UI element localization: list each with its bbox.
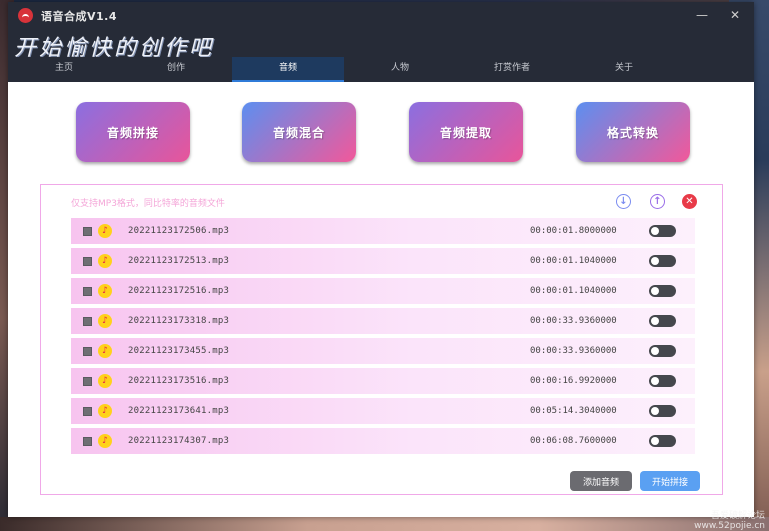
watermark: 吾爱破解论坛 www.52pojie.cn bbox=[694, 511, 765, 531]
audio-extract-button[interactable]: 音频提取 bbox=[409, 102, 523, 162]
file-name: 20221123173641.mp3 bbox=[128, 406, 230, 416]
file-name: 20221123174307.mp3 bbox=[128, 436, 230, 446]
file-duration: 00:00:01.1040000 bbox=[530, 286, 617, 296]
list-item[interactable]: ♪ 20221123173516.mp3 00:00:16.9920000 bbox=[71, 368, 695, 394]
file-duration: 00:00:01.8000000 bbox=[530, 226, 617, 236]
music-note-icon: ♪ bbox=[98, 224, 112, 238]
row-checkbox[interactable] bbox=[83, 346, 92, 356]
file-duration: 00:06:08.7600000 bbox=[530, 436, 617, 446]
play-toggle[interactable] bbox=[649, 405, 676, 417]
row-checkbox[interactable] bbox=[83, 316, 92, 326]
music-note-icon: ♪ bbox=[98, 284, 112, 298]
play-toggle[interactable] bbox=[649, 345, 676, 357]
row-checkbox[interactable] bbox=[83, 406, 92, 416]
file-duration: 00:00:16.9920000 bbox=[530, 376, 617, 386]
tab-bar: 主页 创作 音频 人物 打赏作者 关于 bbox=[8, 57, 754, 82]
delete-icon[interactable]: ✕ bbox=[682, 194, 697, 209]
list-item[interactable]: ♪ 20221123172516.mp3 00:00:01.1040000 bbox=[71, 278, 695, 304]
music-note-icon: ♪ bbox=[98, 254, 112, 268]
close-window-button[interactable]: ✕ bbox=[730, 8, 740, 22]
minimize-button[interactable]: — bbox=[696, 8, 708, 22]
title-bar: 语音合成V1.4 — ✕ bbox=[8, 2, 754, 29]
upload-icon[interactable]: ↑ bbox=[650, 194, 665, 209]
file-duration: 00:05:14.3040000 bbox=[530, 406, 617, 416]
file-name: 20221123173455.mp3 bbox=[128, 346, 230, 356]
play-toggle[interactable] bbox=[649, 225, 676, 237]
list-item[interactable]: ♪ 20221123174307.mp3 00:06:08.7600000 bbox=[71, 428, 695, 454]
list-item[interactable]: ♪ 20221123173318.mp3 00:00:33.9360000 bbox=[71, 308, 695, 334]
row-checkbox[interactable] bbox=[83, 376, 92, 386]
tab-create[interactable]: 创作 bbox=[120, 57, 232, 82]
play-toggle[interactable] bbox=[649, 285, 676, 297]
download-icon[interactable]: ↓ bbox=[616, 194, 631, 209]
play-toggle[interactable] bbox=[649, 435, 676, 447]
file-name: 20221123172516.mp3 bbox=[128, 286, 230, 296]
tab-donate[interactable]: 打赏作者 bbox=[456, 57, 568, 82]
row-checkbox[interactable] bbox=[83, 286, 92, 296]
list-item[interactable]: ♪ 20221123172506.mp3 00:00:01.8000000 bbox=[71, 218, 695, 244]
list-item[interactable]: ♪ 20221123172513.mp3 00:00:01.1040000 bbox=[71, 248, 695, 274]
desktop-background-bottom bbox=[0, 517, 769, 531]
music-note-icon: ♪ bbox=[98, 404, 112, 418]
tab-audio[interactable]: 音频 bbox=[232, 57, 344, 82]
music-note-icon: ♪ bbox=[98, 374, 112, 388]
row-checkbox[interactable] bbox=[83, 256, 92, 266]
file-name: 20221123173516.mp3 bbox=[128, 376, 230, 386]
watermark-line-1: 吾爱破解论坛 bbox=[710, 511, 765, 521]
file-name: 20221123172513.mp3 bbox=[128, 256, 230, 266]
play-toggle[interactable] bbox=[649, 315, 676, 327]
file-duration: 00:00:01.1040000 bbox=[530, 256, 617, 266]
format-convert-button[interactable]: 格式转换 bbox=[576, 102, 690, 162]
start-concat-button[interactable]: 开始拼接 bbox=[640, 471, 700, 491]
banner: 开始愉快的创作吧 bbox=[8, 29, 754, 61]
file-duration: 00:00:33.9360000 bbox=[530, 316, 617, 326]
audio-mix-button[interactable]: 音频混合 bbox=[242, 102, 356, 162]
watermark-line-2: www.52pojie.cn bbox=[694, 521, 765, 531]
audio-concat-button[interactable]: 音频拼接 bbox=[76, 102, 190, 162]
file-duration: 00:00:33.9360000 bbox=[530, 346, 617, 356]
audio-page: 音频拼接 音频混合 音频提取 格式转换 仅支持MP3格式，同比特率的音频文件 ↓… bbox=[8, 82, 754, 517]
row-checkbox[interactable] bbox=[83, 436, 92, 446]
music-note-icon: ♪ bbox=[98, 314, 112, 328]
play-toggle[interactable] bbox=[649, 375, 676, 387]
row-checkbox[interactable] bbox=[83, 226, 92, 236]
file-name: 20221123172506.mp3 bbox=[128, 226, 230, 236]
file-name: 20221123173318.mp3 bbox=[128, 316, 230, 326]
app-window: 语音合成V1.4 — ✕ 开始愉快的创作吧 主页 创作 音频 人物 打赏作者 关… bbox=[8, 2, 754, 517]
tab-home[interactable]: 主页 bbox=[8, 57, 120, 82]
app-title: 语音合成V1.4 bbox=[41, 9, 117, 23]
app-logo-icon bbox=[18, 8, 33, 23]
audio-file-list: ♪ 20221123172506.mp3 00:00:01.8000000 ♪ … bbox=[71, 218, 695, 458]
list-item[interactable]: ♪ 20221123173641.mp3 00:05:14.3040000 bbox=[71, 398, 695, 424]
add-audio-button[interactable]: 添加音频 bbox=[570, 471, 632, 491]
list-item[interactable]: ♪ 20221123173455.mp3 00:00:33.9360000 bbox=[71, 338, 695, 364]
audio-file-panel: 仅支持MP3格式，同比特率的音频文件 ↓ ↑ ✕ ♪ 2022112317250… bbox=[40, 184, 723, 495]
music-note-icon: ♪ bbox=[98, 344, 112, 358]
format-hint: 仅支持MP3格式，同比特率的音频文件 bbox=[71, 199, 225, 209]
tab-characters[interactable]: 人物 bbox=[344, 57, 456, 82]
music-note-icon: ♪ bbox=[98, 434, 112, 448]
tab-about[interactable]: 关于 bbox=[568, 57, 680, 82]
play-toggle[interactable] bbox=[649, 255, 676, 267]
